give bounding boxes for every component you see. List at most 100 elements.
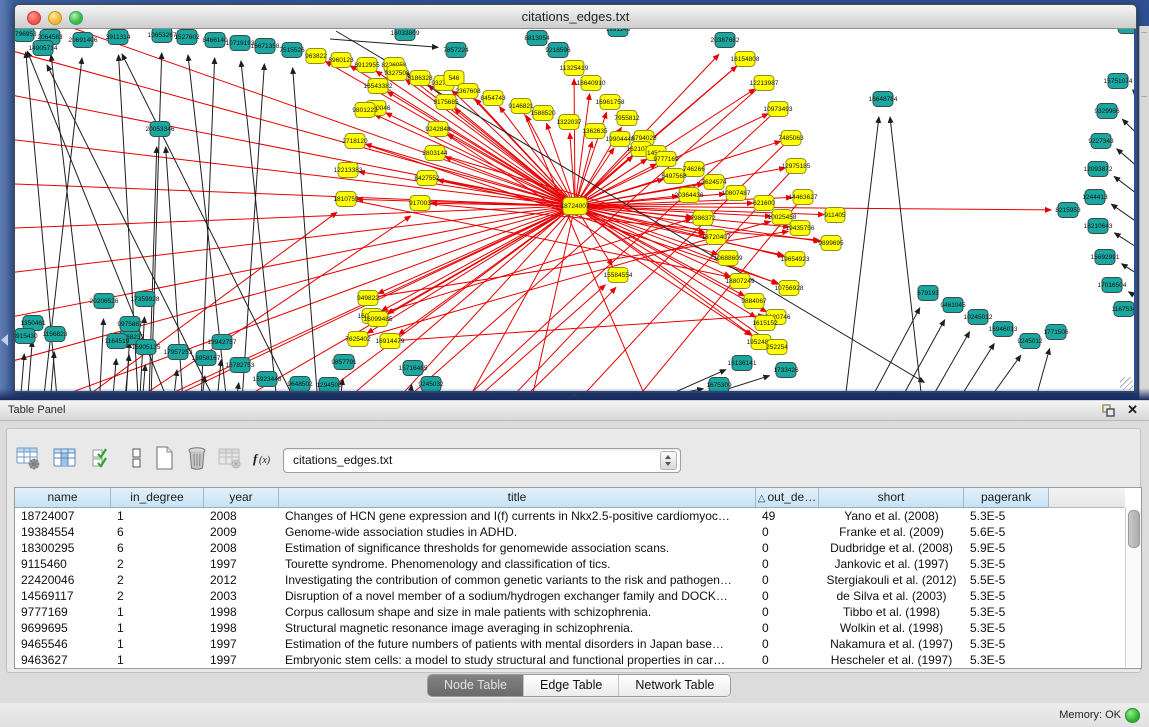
graph-edge[interactable]	[15, 33, 575, 206]
graph-node-label: 546	[449, 75, 460, 82]
table-row[interactable]: 911546021997Tourette syndrome. Phenomeno…	[15, 556, 1125, 572]
tab-network-table[interactable]: Network Table	[618, 675, 730, 696]
graph-edge[interactable]	[890, 117, 922, 391]
memory-ok-indicator-icon[interactable]	[1125, 708, 1140, 723]
graph-edge[interactable]	[1115, 233, 1134, 269]
column-header-short[interactable]: short	[819, 488, 964, 508]
graph-edge[interactable]	[399, 206, 575, 335]
graph-node-label: 621600	[753, 200, 775, 207]
function-builder-button[interactable]: f(x)	[248, 442, 280, 476]
graph-edge[interactable]	[480, 288, 616, 391]
table-row[interactable]: 1938455462009Genome-wide association stu…	[15, 524, 1125, 540]
table-cell: Dudbridge et al. (2008)	[819, 540, 964, 556]
table-vertical-scrollbar[interactable]	[1125, 508, 1141, 667]
graph-edge[interactable]	[15, 181, 575, 206]
column-header-pagerank[interactable]: pagerank	[964, 488, 1049, 508]
graph-edge[interactable]	[1035, 349, 1050, 391]
table-cell: 6	[111, 524, 204, 540]
graph-node-label: 20691406	[69, 37, 98, 44]
graph-edge[interactable]	[958, 344, 994, 391]
graph-edge[interactable]	[930, 332, 970, 391]
graph-node-label: 7857224	[443, 47, 469, 54]
graph-edge[interactable]	[845, 117, 879, 391]
column-header-name[interactable]: name	[15, 488, 111, 508]
graph-node-label: 679193	[917, 290, 939, 297]
graph-node-label: 18210643	[1084, 223, 1113, 230]
graph-node-label: 1362635	[582, 128, 608, 135]
graph-edge[interactable]	[293, 68, 320, 391]
table-cell: 2012	[204, 572, 279, 588]
close-panel-icon[interactable]: ✕	[1127, 402, 1138, 418]
select-columns-button[interactable]	[87, 442, 119, 476]
table-row[interactable]: 2242004622012Investigating the contribut…	[15, 572, 1125, 588]
change-table-mode-button[interactable]	[12, 442, 44, 476]
column-header-in_degree[interactable]: in_degree	[111, 488, 204, 508]
graph-node-label: 1615152	[752, 320, 778, 327]
table-row[interactable]: 1456911722003Disruption of a novel membe…	[15, 588, 1125, 604]
table-row[interactable]: 969969511998Structural magnetic resonanc…	[15, 620, 1125, 636]
graph-edge[interactable]	[1111, 204, 1134, 241]
graph-edge[interactable]	[330, 39, 438, 47]
tab-edge-table[interactable]: Edge Table	[523, 675, 618, 696]
tab-node-table[interactable]: Node Table	[428, 675, 523, 696]
graph-node-label: 16136141	[728, 360, 757, 367]
graph-node-label: 9899695	[818, 240, 844, 247]
table-cell: 0	[756, 636, 819, 652]
graph-edge[interactable]	[98, 319, 104, 391]
table-cell: 2009	[204, 524, 279, 540]
table-row[interactable]: 946554611997Estimation of the future num…	[15, 636, 1125, 652]
graph-edge[interactable]	[405, 385, 412, 391]
graph-edge[interactable]	[241, 61, 280, 391]
scrollbar-thumb[interactable]	[1128, 510, 1140, 548]
panel-collapse-arrow-icon[interactable]	[1, 334, 8, 346]
network-window-titlebar[interactable]: citations_edges.txt	[15, 5, 1136, 29]
show-columns-button[interactable]	[49, 442, 81, 476]
network-canvas[interactable]: 1796953206458320691406149057343911314106…	[15, 29, 1134, 391]
graph-edge[interactable]	[1114, 176, 1134, 216]
graph-edge[interactable]	[388, 206, 575, 314]
graph-edge[interactable]	[15, 206, 575, 379]
table-row[interactable]: 977716911998Corpus callosum shape and si…	[15, 604, 1125, 620]
graph-edge[interactable]	[386, 113, 575, 206]
graph-edge[interactable]	[232, 383, 239, 391]
graph-edge[interactable]	[48, 352, 54, 391]
graph-edge[interactable]	[574, 79, 575, 206]
graph-edge[interactable]	[444, 206, 575, 391]
graph-edge[interactable]	[900, 320, 945, 391]
column-header-title[interactable]: title	[279, 488, 756, 508]
table-row[interactable]: 1872400712008Changes of HCN gene express…	[15, 508, 1125, 524]
graph-edge[interactable]	[366, 144, 575, 206]
graph-node-label: 12093872	[1084, 166, 1113, 173]
graph-edge[interactable]	[616, 197, 803, 391]
table-cell: 1	[111, 604, 204, 620]
graph-node-label: 917003	[409, 200, 431, 207]
graph-node-label: 911405	[824, 212, 846, 219]
right-panel-edge[interactable]	[1139, 26, 1149, 400]
table-cell: Estimation of significance thresholds fo…	[279, 540, 756, 556]
create-column-button[interactable]	[148, 442, 180, 476]
column-header-filler	[1049, 488, 1125, 508]
table-cell: 19384554	[15, 524, 111, 540]
graph-node-label: 9461045	[940, 302, 966, 309]
graph-edge[interactable]	[1133, 90, 1134, 141]
table-row[interactable]: 946362711997Embryonic stem cells: a mode…	[15, 652, 1125, 667]
column-header-year[interactable]: year	[204, 488, 279, 508]
graph-node-label: 8813054	[524, 35, 550, 42]
graph-edge[interactable]	[1122, 264, 1134, 296]
table-row[interactable]: 1830029562008Estimation of significance …	[15, 540, 1125, 556]
table-cell: 1997	[204, 652, 279, 667]
graph-edge[interactable]	[240, 64, 264, 391]
graph-edge[interactable]	[110, 359, 116, 391]
graph-edge[interactable]	[1117, 149, 1134, 193]
graph-edge[interactable]	[25, 341, 32, 391]
table-selector-dropdown[interactable]: citations_edges.txt	[283, 448, 681, 473]
graph-edge[interactable]	[575, 94, 590, 206]
splitter-handle-icon[interactable]	[568, 393, 580, 399]
float-panel-icon[interactable]	[1102, 404, 1115, 417]
window-resize-grip-icon[interactable]	[1120, 377, 1133, 390]
delete-columns-button[interactable]	[181, 442, 213, 476]
graph-node-label: 2718120	[342, 138, 368, 145]
column-header-out_de[interactable]: △out_de…	[756, 488, 819, 508]
graph-edge[interactable]	[640, 389, 703, 391]
graph-edge[interactable]	[988, 355, 1021, 391]
